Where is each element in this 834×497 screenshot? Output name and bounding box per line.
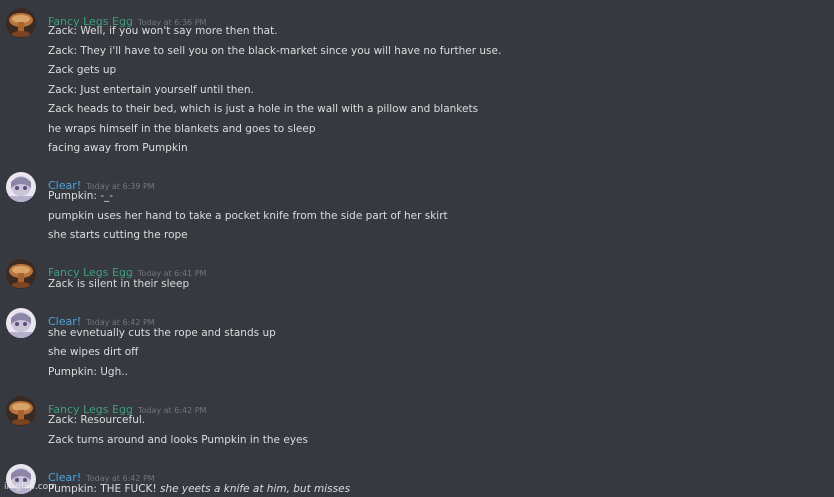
- egg-avatar-icon[interactable]: [6, 8, 36, 38]
- message-line: she evnetually cuts the rope and stands …: [48, 327, 276, 339]
- message-line: facing away from Pumpkin: [48, 142, 188, 154]
- message-header: Fancy Legs Egg Today at 6:42 PM: [48, 398, 207, 416]
- message-header: Clear! Today at 6:39 PM: [48, 174, 155, 192]
- message-line: Zack: Resourceful.: [48, 414, 146, 426]
- message-line: Zack gets up: [48, 64, 117, 76]
- message-line: Pumpkin: Ugh..: [48, 366, 128, 378]
- message-line: Zack: They i'll have to sell you on the …: [48, 45, 502, 57]
- chat-log: Fancy Legs Egg Today at 6:36 PM Zack: Wel…: [0, 0, 834, 497]
- watermark-text: imgflip.com: [4, 482, 57, 492]
- message-line: Zack heads to their bed, which is just a…: [48, 103, 479, 115]
- message-header: Fancy Legs Egg Today at 6:41 PM: [48, 261, 206, 279]
- message-header: Clear! Today at 6:42 PM: [48, 310, 155, 328]
- message-line: she wipes dirt off: [48, 346, 139, 358]
- anime-girl-avatar-icon[interactable]: [6, 172, 36, 202]
- message-line: Pumpkin: THE FUCK! she yeets a knife at …: [48, 482, 350, 496]
- message-line: Zack turns around and looks Pumpkin in t…: [48, 434, 308, 446]
- message-line: she starts cutting the rope: [48, 229, 188, 241]
- message-line: Pumpkin: -_-: [48, 190, 114, 202]
- message-text: Pumpkin: THE FUCK!: [48, 483, 157, 495]
- message-header: Fancy Legs Egg Today at 6:36 PM: [48, 10, 206, 28]
- message-line: Zack is silent in their sleep: [48, 278, 190, 290]
- egg-avatar-icon[interactable]: [6, 396, 36, 426]
- message-line: he wraps himself in the blankets and goe…: [48, 123, 316, 135]
- timestamp: Today at 6:42 PM: [137, 406, 207, 415]
- egg-avatar-icon[interactable]: [6, 259, 36, 289]
- message-line: Zack: Just entertain yourself until then…: [48, 84, 254, 96]
- message-line: Zack: Well, if you won't say more then t…: [48, 25, 278, 37]
- message-header: Clear! Today at 6:42 PM: [48, 466, 155, 484]
- anime-girl-avatar-icon[interactable]: [6, 308, 36, 338]
- message-line: pumpkin uses her hand to take a pocket k…: [48, 210, 448, 222]
- message-action-text: she yeets a knife at him, but misses: [160, 483, 351, 495]
